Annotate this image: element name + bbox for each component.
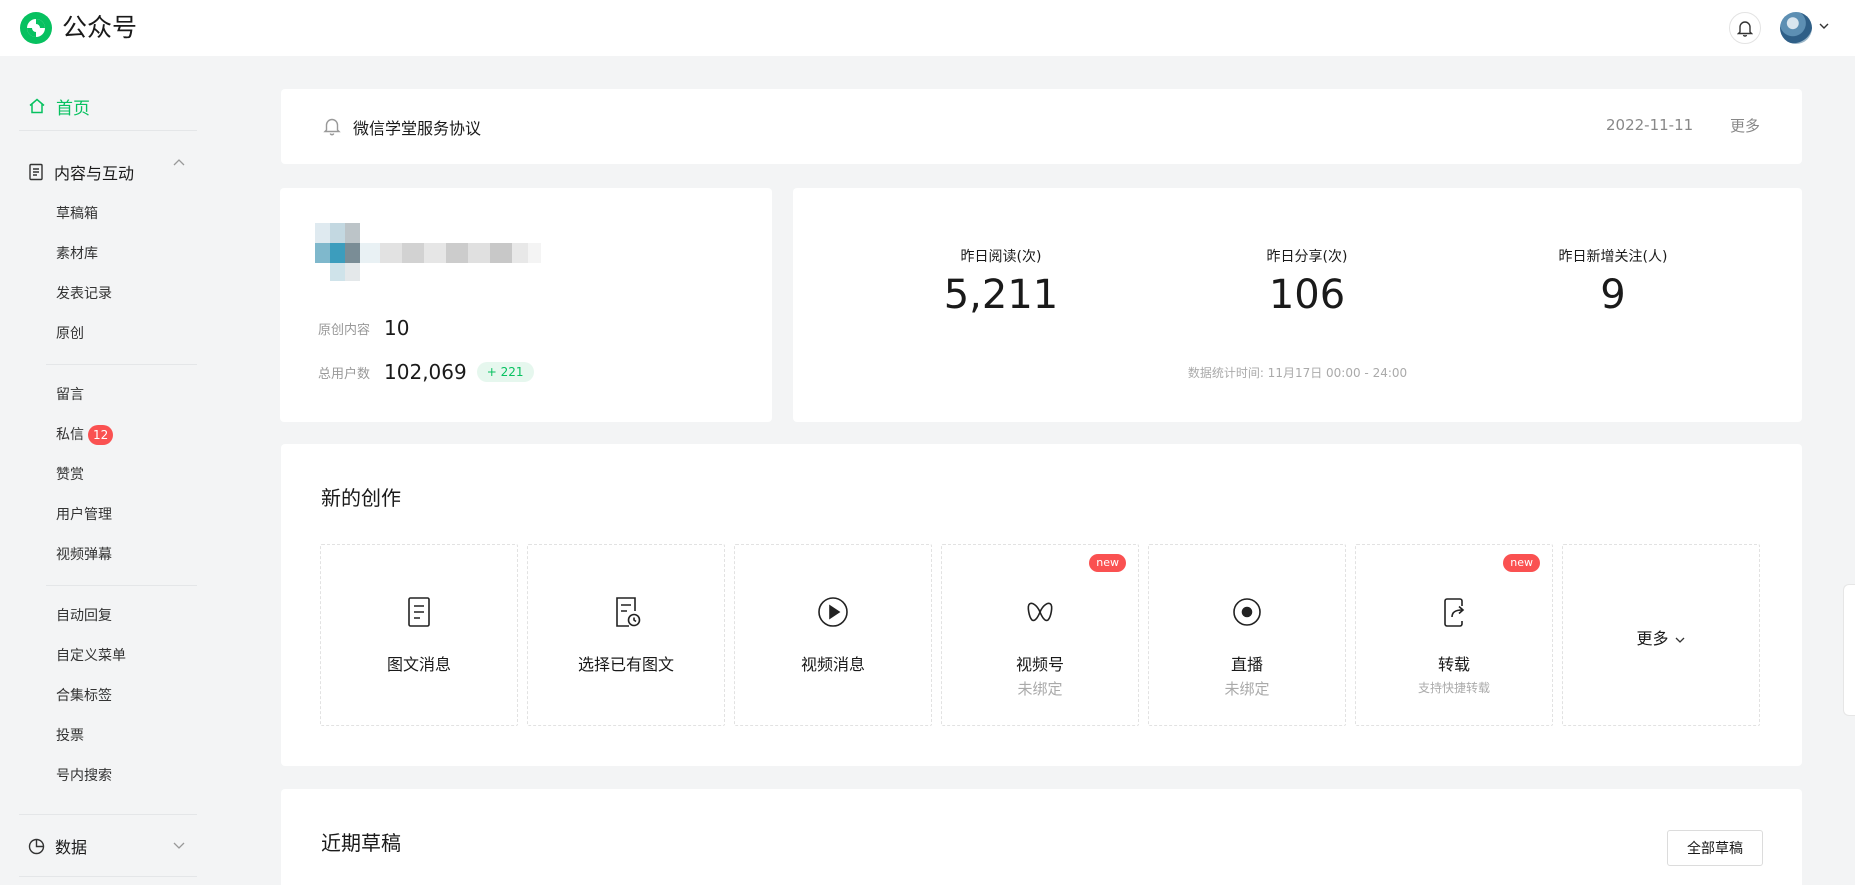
create-article-tile[interactable]: 图文消息 xyxy=(320,544,518,726)
tile-label: 图文消息 xyxy=(386,655,451,674)
divider xyxy=(46,364,197,365)
total-users-value[interactable]: 102,069 xyxy=(384,360,467,384)
more-label-text: 更多 xyxy=(1636,629,1669,648)
sidebar-item-private-messages[interactable]: 私信 12 xyxy=(56,425,114,445)
metric-shares[interactable]: 昨日分享(次) 106 xyxy=(1197,246,1417,318)
bell-icon xyxy=(1737,21,1753,37)
divider xyxy=(46,585,197,586)
metric-value: 9 xyxy=(1600,272,1626,318)
live-tile[interactable]: 直播 未绑定 xyxy=(1148,544,1346,726)
account-card: 原创内容 10 总用户数 102,069 + 221 xyxy=(280,188,772,422)
sidebar-group-content[interactable]: 内容与互动 xyxy=(28,152,134,192)
unread-badge: 12 xyxy=(88,425,114,445)
divider xyxy=(19,876,197,877)
floating-side-tab[interactable] xyxy=(1843,584,1855,716)
sidebar: 首页 内容与互动 草稿箱 素材库 发表记录 原创 留言 私信 12 赞赏 用户管理… xyxy=(0,56,230,885)
tile-label: 视频消息 xyxy=(800,655,865,674)
sidebar-item-collection-tags[interactable]: 合集标签 xyxy=(56,686,112,706)
chevron-down-icon[interactable] xyxy=(1818,20,1830,32)
notice-more-link[interactable]: 更多 xyxy=(1730,115,1760,136)
total-users-row: 总用户数 102,069 + 221 xyxy=(318,360,534,384)
select-existing-article-tile[interactable]: 选择已有图文 xyxy=(527,544,725,726)
metric-label: 昨日分享(次) xyxy=(1266,249,1348,265)
tile-label: 直播 xyxy=(1230,655,1263,674)
tile-sublabel: 未绑定 xyxy=(1224,680,1270,698)
stats-footnote: 数据统计时间: 11月17日 00:00 - 24:00 xyxy=(1187,366,1408,380)
metric-new-followers[interactable]: 昨日新增关注(人) 9 xyxy=(1503,246,1723,318)
notification-button[interactable] xyxy=(1729,12,1761,44)
more-creation-tile[interactable]: 更多 xyxy=(1562,544,1760,726)
create-video-message-tile[interactable]: 视频消息 xyxy=(734,544,932,726)
metric-value: 106 xyxy=(1268,272,1346,318)
section-title: 近期草稿 xyxy=(321,831,401,855)
tile-label: 选择已有图文 xyxy=(577,655,674,674)
sidebar-item-publish-records[interactable]: 发表记录 xyxy=(56,284,112,304)
bell-icon xyxy=(323,118,341,136)
chevron-down-icon[interactable] xyxy=(172,838,186,852)
sidebar-group-data[interactable]: 数据 xyxy=(28,826,87,866)
divider xyxy=(19,814,197,815)
sidebar-item-label: 私信 xyxy=(56,427,84,443)
more-creation-label: 更多 xyxy=(1563,625,1759,649)
sidebar-item-rewards[interactable]: 赞赏 xyxy=(56,465,84,485)
article-clock-icon xyxy=(616,597,641,627)
all-drafts-button[interactable]: 全部草稿 xyxy=(1667,830,1763,866)
original-content-row: 原创内容 10 xyxy=(318,316,409,340)
users-growth-badge: + 221 xyxy=(476,362,534,382)
original-content-value[interactable]: 10 xyxy=(384,316,409,340)
top-bar: 公众号 xyxy=(0,0,1855,56)
tile-sublabel: 支持快捷转载 xyxy=(1417,681,1490,695)
brand-title: 公众号 xyxy=(62,13,138,42)
sidebar-item-materials[interactable]: 素材库 xyxy=(56,244,98,264)
repost-tile[interactable]: new 转载 支持快捷转载 xyxy=(1355,544,1553,726)
metric-reads[interactable]: 昨日阅读(次) 5,211 xyxy=(891,246,1111,318)
metric-label: 昨日新增关注(人) xyxy=(1558,249,1668,265)
play-circle-icon xyxy=(818,597,848,627)
sidebar-item-vote[interactable]: 投票 xyxy=(56,726,84,746)
home-icon xyxy=(29,98,45,114)
metric-label: 昨日阅读(次) xyxy=(960,249,1042,265)
chevron-down-icon xyxy=(1675,637,1685,643)
channels-tile[interactable]: new 视频号 未绑定 xyxy=(941,544,1139,726)
sidebar-item-auto-reply[interactable]: 自动回复 xyxy=(56,606,112,626)
new-badge: new xyxy=(1503,554,1540,572)
stats-card: 昨日阅读(次) 5,211 昨日分享(次) 106 昨日新增关注(人) 9 数据… xyxy=(793,188,1802,422)
pie-chart-icon xyxy=(28,838,45,854)
divider xyxy=(19,130,197,131)
wechat-logo-icon xyxy=(20,12,52,44)
notice-card: 微信学堂服务协议 2022-11-11 更多 xyxy=(281,89,1802,164)
avatar[interactable] xyxy=(1780,12,1812,44)
new-creation-card: 新的创作 图文消息 选择已有图文 视频消息 new 视频号 未绑定 直播 未绑定… xyxy=(281,444,1802,766)
sidebar-group-label: 内容与互动 xyxy=(54,164,135,183)
new-badge: new xyxy=(1089,554,1126,572)
total-users-label: 总用户数 xyxy=(318,366,371,382)
sidebar-item-user-management[interactable]: 用户管理 xyxy=(56,505,112,525)
channels-butterfly-icon xyxy=(1027,602,1053,622)
sidebar-item-label: 首页 xyxy=(56,98,90,119)
metric-value: 5,211 xyxy=(943,272,1059,318)
notice-date: 2022-11-11 xyxy=(1606,116,1694,134)
section-title: 新的创作 xyxy=(321,486,401,510)
tile-label: 转载 xyxy=(1437,655,1470,674)
sidebar-item-home[interactable]: 首页 xyxy=(28,86,90,126)
sidebar-item-original[interactable]: 原创 xyxy=(56,324,84,344)
chevron-up-icon[interactable] xyxy=(172,156,186,170)
sidebar-item-drafts[interactable]: 草稿箱 xyxy=(56,204,98,224)
tile-label: 视频号 xyxy=(1015,655,1064,674)
article-icon xyxy=(408,597,430,627)
repost-icon xyxy=(1444,598,1465,627)
original-content-label: 原创内容 xyxy=(318,322,371,338)
notice-title[interactable]: 微信学堂服务协议 xyxy=(353,115,481,139)
sidebar-item-custom-menu[interactable]: 自定义菜单 xyxy=(56,646,126,666)
sidebar-group-label: 数据 xyxy=(55,838,88,857)
sidebar-item-in-account-search[interactable]: 号内搜索 xyxy=(56,766,112,786)
document-icon xyxy=(29,163,43,181)
recent-drafts-card: 近期草稿 全部草稿 xyxy=(281,789,1802,885)
live-broadcast-icon xyxy=(1233,598,1261,626)
sidebar-item-video-danmaku[interactable]: 视频弹幕 xyxy=(56,545,112,565)
account-name-blurred xyxy=(315,223,541,281)
tile-sublabel: 未绑定 xyxy=(1017,680,1063,698)
sidebar-item-comments[interactable]: 留言 xyxy=(56,385,84,405)
